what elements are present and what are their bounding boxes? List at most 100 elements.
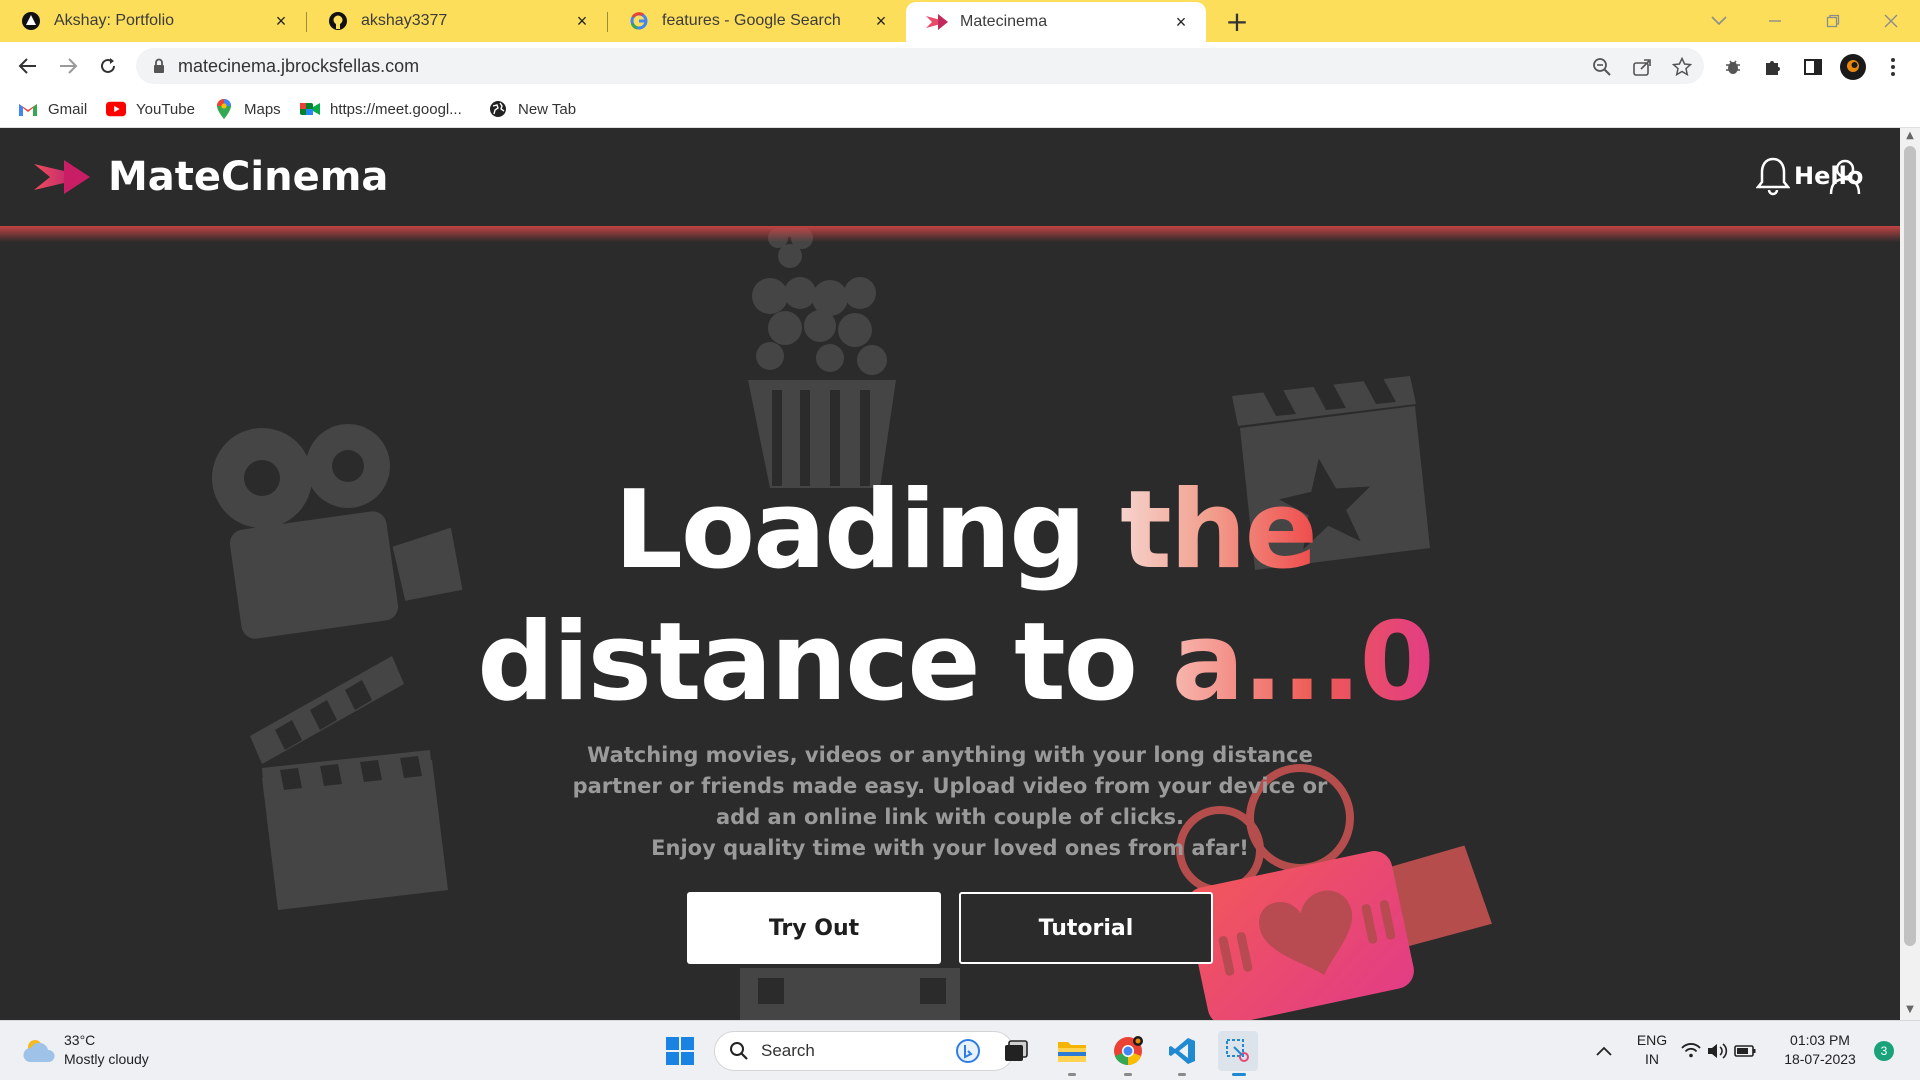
close-tab-icon[interactable]: ×	[870, 11, 892, 32]
side-panel-icon[interactable]	[1800, 54, 1826, 80]
bookmark-meet[interactable]: https://meet.googl...	[300, 98, 462, 120]
hero-heading-line-2: distance to a...0	[0, 600, 1900, 725]
tab-google-search[interactable]: features - Google Search ×	[608, 0, 906, 42]
weather-text: 33°C Mostly cloudy	[64, 1031, 149, 1069]
youtube-icon	[106, 99, 126, 119]
vscode-icon[interactable]	[1162, 1031, 1202, 1071]
github-icon	[327, 10, 349, 32]
reload-icon[interactable]	[92, 50, 124, 82]
hero-heading-text: distance to	[477, 600, 1172, 725]
file-explorer-icon[interactable]	[1052, 1031, 1092, 1071]
clock[interactable]: 01:03 PM 18-07-2023	[1772, 1031, 1868, 1069]
cloudy-weather-icon	[23, 1040, 55, 1062]
wifi-icon	[1681, 1043, 1701, 1058]
forward-arrow-icon[interactable]	[52, 50, 84, 82]
bell-icon[interactable]	[1756, 156, 1790, 196]
extensions-puzzle-icon[interactable]	[1760, 54, 1786, 80]
hero-heading-text: Loading	[614, 468, 1121, 593]
lock-icon[interactable]	[150, 57, 168, 75]
hero-description-line: Enjoy quality time with your loved ones …	[651, 836, 1249, 860]
brand-name: MateCinema	[108, 154, 389, 200]
bookmark-youtube[interactable]: YouTube	[106, 98, 195, 120]
hero-heading-highlight: a...0	[1171, 600, 1435, 725]
weather-description: Mostly cloudy	[64, 1051, 149, 1067]
back-arrow-icon[interactable]	[12, 50, 44, 82]
clock-time: 01:03 PM	[1790, 1032, 1850, 1048]
show-hidden-icons-chevron-icon[interactable]	[1584, 1031, 1624, 1071]
battery-icon	[1734, 1045, 1756, 1057]
bookmark-new-tab[interactable]: New Tab	[488, 98, 576, 120]
tab-title: Akshay: Portfolio	[54, 12, 175, 29]
popcorn-icon	[748, 219, 896, 488]
brand-logo[interactable]: MateCinema	[34, 154, 388, 200]
share-icon[interactable]	[1630, 55, 1654, 79]
url-text[interactable]: matecinema.jbrocksfellas.com	[178, 56, 419, 77]
running-indicator	[1232, 1073, 1246, 1076]
close-tab-icon[interactable]: ×	[571, 11, 593, 32]
browser-menu-icon[interactable]	[1880, 54, 1906, 80]
snipping-tool-icon[interactable]	[1218, 1031, 1258, 1071]
tab-title: features - Google Search	[662, 12, 841, 29]
profile-avatar[interactable]	[1840, 54, 1866, 80]
windows-taskbar: 33°C Mostly cloudy Search ENG IN 01:03 P…	[0, 1020, 1920, 1080]
header-divider-glow	[0, 226, 1900, 242]
tab-matecinema[interactable]: Matecinema ×	[906, 2, 1206, 42]
hero-heading-highlight: the	[1120, 468, 1318, 593]
webpage-viewport: MateCinema Hello Loading the distance to…	[0, 128, 1900, 1020]
page-scrollbar[interactable]: ▲ ▼	[1900, 128, 1920, 1020]
matecinema-logo-icon	[34, 160, 90, 194]
browser-toolbar: matecinema.jbrocksfellas.com	[0, 42, 1920, 90]
hero-description-line: add an online link with couple of clicks…	[716, 805, 1184, 829]
tutorial-button[interactable]: Tutorial	[959, 892, 1213, 964]
clock-date: 18-07-2023	[1784, 1051, 1856, 1067]
running-indicator	[1178, 1073, 1186, 1076]
language-code: ENG	[1636, 1032, 1668, 1048]
weather-widget[interactable]: 33°C Mostly cloudy	[22, 1031, 149, 1069]
extension-bug-icon[interactable]	[1720, 54, 1746, 80]
google-icon	[628, 10, 650, 32]
close-window-icon[interactable]	[1868, 0, 1914, 42]
chrome-icon[interactable]	[1108, 1031, 1148, 1071]
restore-window-icon[interactable]	[1810, 0, 1856, 42]
hero-heading-line-1: Loading the	[0, 468, 1900, 593]
portfolio-icon	[20, 10, 42, 32]
zoom-icon[interactable]	[1590, 55, 1614, 79]
windows-start-icon[interactable]	[660, 1031, 700, 1071]
close-tab-icon[interactable]: ×	[1170, 12, 1192, 33]
weather-temperature: 33°C	[64, 1032, 96, 1048]
system-tray-status[interactable]	[1678, 1031, 1760, 1071]
bookmarks-bar: Gmail YouTube Maps https://meet.googl...…	[0, 90, 1920, 128]
globe-icon	[488, 99, 508, 119]
task-view-icon[interactable]	[996, 1031, 1036, 1071]
taskbar-search-box[interactable]: Search	[714, 1031, 1014, 1071]
bookmark-star-icon[interactable]	[1670, 55, 1694, 79]
bookmark-label: Gmail	[48, 100, 88, 118]
bookmark-label: YouTube	[136, 100, 195, 118]
tab-github[interactable]: akshay3377 ×	[307, 0, 607, 42]
tab-search-chevron-icon[interactable]	[1696, 0, 1742, 42]
hero-description: Watching movies, videos or anything with…	[560, 740, 1340, 864]
notification-badge[interactable]: 3	[1874, 1041, 1894, 1061]
scroll-down-arrow-icon[interactable]: ▼	[1904, 1004, 1916, 1016]
tab-portfolio[interactable]: Akshay: Portfolio ×	[0, 0, 306, 42]
close-tab-icon[interactable]: ×	[270, 11, 292, 32]
bing-icon[interactable]	[955, 1038, 981, 1064]
running-indicator	[1124, 1073, 1132, 1076]
try-out-button[interactable]: Try Out	[687, 892, 941, 964]
bookmark-maps[interactable]: Maps	[214, 98, 281, 120]
header-actions: Hello	[1756, 156, 1863, 196]
region-code: IN	[1645, 1051, 1659, 1067]
scroll-up-arrow-icon[interactable]: ▲	[1904, 130, 1916, 142]
tab-title: Matecinema	[960, 13, 1048, 30]
taskbar-search-placeholder: Search	[761, 1041, 815, 1060]
language-indicator[interactable]: ENG IN	[1634, 1031, 1670, 1069]
user-icon[interactable]	[1829, 156, 1861, 196]
gmail-icon	[18, 99, 38, 119]
running-indicator	[1068, 1073, 1076, 1076]
meet-icon	[300, 99, 320, 119]
address-bar[interactable]: matecinema.jbrocksfellas.com	[136, 48, 1704, 84]
scrollbar-thumb[interactable]	[1904, 146, 1916, 946]
new-tab-button[interactable]: +	[1222, 5, 1252, 38]
minimize-window-icon[interactable]	[1752, 0, 1798, 42]
bookmark-gmail[interactable]: Gmail	[18, 98, 87, 120]
